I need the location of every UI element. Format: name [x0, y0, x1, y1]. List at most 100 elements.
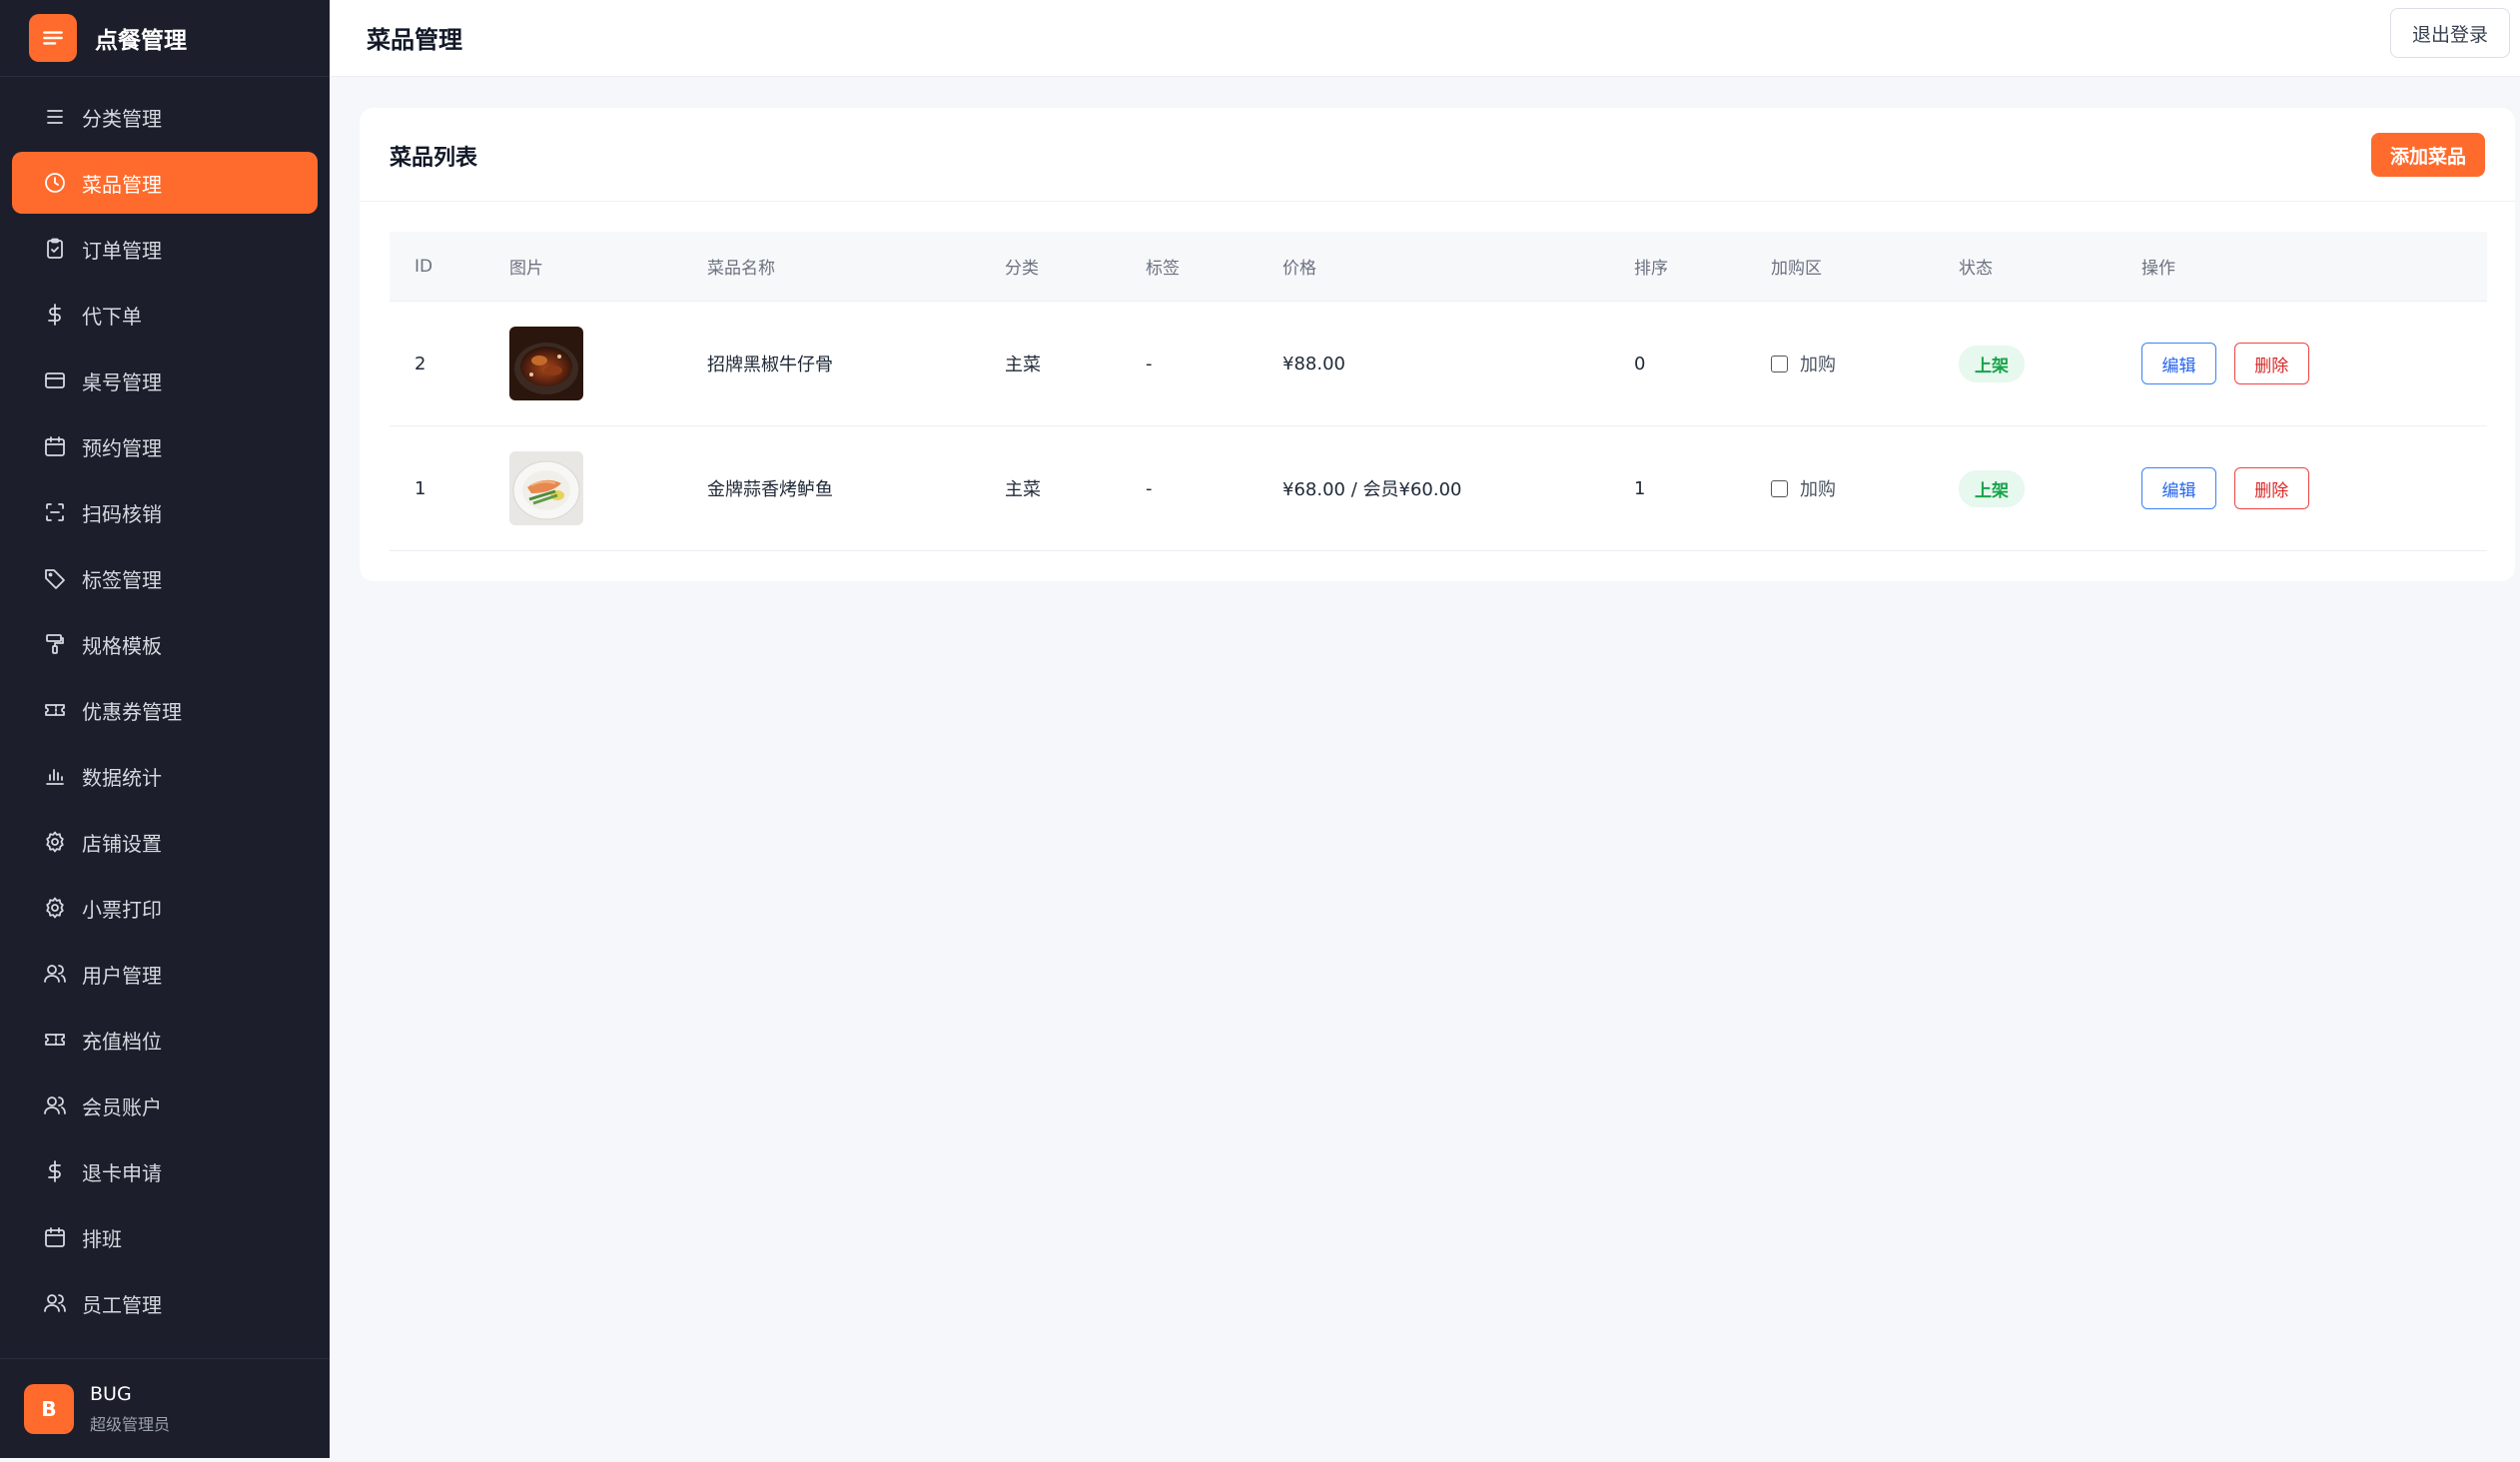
hamburger-icon[interactable]	[29, 14, 77, 62]
tag-icon	[42, 565, 68, 591]
user-profile[interactable]: B BUG 超级管理员	[0, 1358, 330, 1458]
column-header-image: 图片	[509, 259, 543, 279]
sidebar-item-label: 充值档位	[82, 1029, 162, 1054]
add-dish-button[interactable]: 添加菜品	[2371, 133, 2485, 177]
column-header-price: 价格	[1282, 259, 1316, 279]
table-row: 1 金牌蒜香烤鲈鱼 主菜 - ¥68.00 / 会员¥60.00 1 加购 上架…	[390, 426, 2487, 551]
users-icon	[42, 961, 68, 987]
addon-checkbox[interactable]	[1771, 355, 1788, 372]
edit-button[interactable]: 编辑	[2141, 343, 2216, 384]
edit-button[interactable]: 编辑	[2141, 467, 2216, 509]
sidebar-item-proxy-order[interactable]: 代下单	[12, 284, 318, 346]
sidebar-item-dishes[interactable]: 菜品管理	[12, 152, 318, 214]
addon-checkbox-label[interactable]: 加购	[1771, 351, 1959, 376]
sidebar-item-label: 优惠券管理	[82, 699, 182, 724]
dish-image-beef-ribs	[509, 327, 583, 400]
sidebar-item-categories[interactable]: 分类管理	[12, 86, 318, 148]
sidebar-nav: 分类管理 菜品管理 订单管理 代下单 桌号管理 预约管理 扫码核销 标签管理 规…	[0, 86, 330, 1338]
users-icon	[42, 1290, 68, 1316]
scan-icon	[42, 499, 68, 525]
topbar: 菜品管理 退出登录	[330, 0, 2520, 77]
gear-icon	[42, 895, 68, 921]
sidebar-item-spec-templates[interactable]: 规格模板	[12, 613, 318, 675]
sidebar-item-staff[interactable]: 员工管理	[12, 1272, 318, 1334]
ticket-icon	[42, 1027, 68, 1053]
sidebar-item-statistics[interactable]: 数据统计	[12, 745, 318, 807]
bar-chart-icon	[42, 763, 68, 789]
sidebar-item-label: 退卡申请	[82, 1160, 162, 1185]
sidebar-item-tags[interactable]: 标签管理	[12, 547, 318, 609]
cell-tag: -	[1146, 477, 1153, 499]
clock-icon	[42, 170, 68, 196]
sidebar-item-shifts[interactable]: 排班	[12, 1206, 318, 1268]
sidebar-item-recharge-tiers[interactable]: 充值档位	[12, 1009, 318, 1071]
calendar-icon	[42, 1224, 68, 1250]
avatar: B	[24, 1383, 74, 1434]
sidebar-item-orders[interactable]: 订单管理	[12, 218, 318, 280]
dish-table: ID 图片 菜品名称 分类 标签 价格 排序 加购区 状态 操作 2 招牌黑椒牛…	[390, 232, 2487, 551]
sidebar-item-card-refunds[interactable]: 退卡申请	[12, 1140, 318, 1202]
sidebar-item-store-settings[interactable]: 店铺设置	[12, 811, 318, 873]
column-header-actions: 操作	[2141, 259, 2175, 279]
dollar-icon	[42, 1158, 68, 1184]
sidebar-item-label: 菜品管理	[82, 172, 162, 197]
sidebar-item-users[interactable]: 用户管理	[12, 943, 318, 1005]
table-row: 2 招牌黑椒牛仔骨 主菜 - ¥88.00 0 加购 上架 编辑 删除	[390, 302, 2487, 426]
sidebar-item-label: 用户管理	[82, 963, 162, 988]
sidebar-item-label: 排班	[82, 1226, 122, 1251]
cell-category: 主菜	[1005, 355, 1041, 375]
sidebar-item-label: 规格模板	[82, 633, 162, 658]
sidebar-item-reservations[interactable]: 预约管理	[12, 415, 318, 477]
addon-checkbox-label[interactable]: 加购	[1771, 475, 1959, 501]
column-header-sort: 排序	[1634, 259, 1668, 279]
sidebar-item-label: 会员账户	[82, 1095, 162, 1119]
user-name: BUG	[90, 1382, 132, 1405]
sidebar-item-label: 小票打印	[82, 897, 162, 922]
column-header-addon: 加购区	[1771, 259, 1822, 279]
sidebar: 点餐管理 分类管理 菜品管理 订单管理 代下单 桌号管理 预约管理 扫码核销 标…	[0, 0, 330, 1458]
cell-sort: 0	[1634, 353, 1646, 374]
gear-icon	[42, 829, 68, 855]
dish-list-card: 菜品列表 添加菜品 ID 图片 菜品名称 分类 标签 价格 排序 加购区 状态 …	[360, 108, 2515, 581]
delete-button[interactable]: 删除	[2233, 343, 2309, 384]
column-header-category: 分类	[1005, 259, 1039, 279]
sidebar-item-receipt-print[interactable]: 小票打印	[12, 877, 318, 939]
column-header-tag: 标签	[1146, 259, 1180, 279]
addon-checkbox[interactable]	[1771, 479, 1788, 497]
sidebar-item-label: 扫码核销	[82, 501, 162, 526]
sidebar-item-label: 分类管理	[82, 106, 162, 131]
logout-button[interactable]: 退出登录	[2390, 8, 2510, 58]
cell-name: 招牌黑椒牛仔骨	[707, 355, 833, 375]
cell-id: 1	[415, 477, 426, 499]
cell-price: ¥88.00	[1282, 353, 1345, 374]
status-badge: 上架	[1959, 469, 2025, 507]
card-title: 菜品列表	[390, 146, 478, 171]
sidebar-item-tables[interactable]: 桌号管理	[12, 350, 318, 411]
dollar-icon	[42, 302, 68, 328]
delete-button[interactable]: 删除	[2233, 467, 2309, 509]
column-header-id: ID	[415, 256, 433, 277]
user-role: 超级管理员	[90, 1414, 171, 1434]
sidebar-item-label: 订单管理	[82, 238, 162, 263]
sidebar-item-label: 预约管理	[82, 435, 162, 460]
addon-label: 加购	[1800, 479, 1836, 500]
dish-image-grilled-fish	[509, 451, 583, 525]
page-title: 菜品管理	[367, 26, 462, 54]
clipboard-icon	[42, 236, 68, 262]
cell-name: 金牌蒜香烤鲈鱼	[707, 479, 833, 500]
sidebar-item-label: 员工管理	[82, 1292, 162, 1317]
cell-category: 主菜	[1005, 479, 1041, 500]
brand: 点餐管理	[0, 0, 330, 77]
sidebar-item-coupons[interactable]: 优惠券管理	[12, 679, 318, 741]
card-icon	[42, 367, 68, 393]
ticket-icon	[42, 697, 68, 723]
users-icon	[42, 1093, 68, 1118]
menu-lines-icon	[42, 104, 68, 130]
sidebar-item-member-accounts[interactable]: 会员账户	[12, 1075, 318, 1136]
sidebar-item-scan-verify[interactable]: 扫码核销	[12, 481, 318, 543]
table-header: ID 图片 菜品名称 分类 标签 价格 排序 加购区 状态 操作	[390, 232, 2487, 302]
card-header: 菜品列表 添加菜品	[360, 108, 2515, 202]
cell-sort: 1	[1634, 477, 1646, 499]
sidebar-item-label: 标签管理	[82, 567, 162, 592]
cell-price: ¥68.00 / 会员¥60.00	[1282, 479, 1462, 500]
